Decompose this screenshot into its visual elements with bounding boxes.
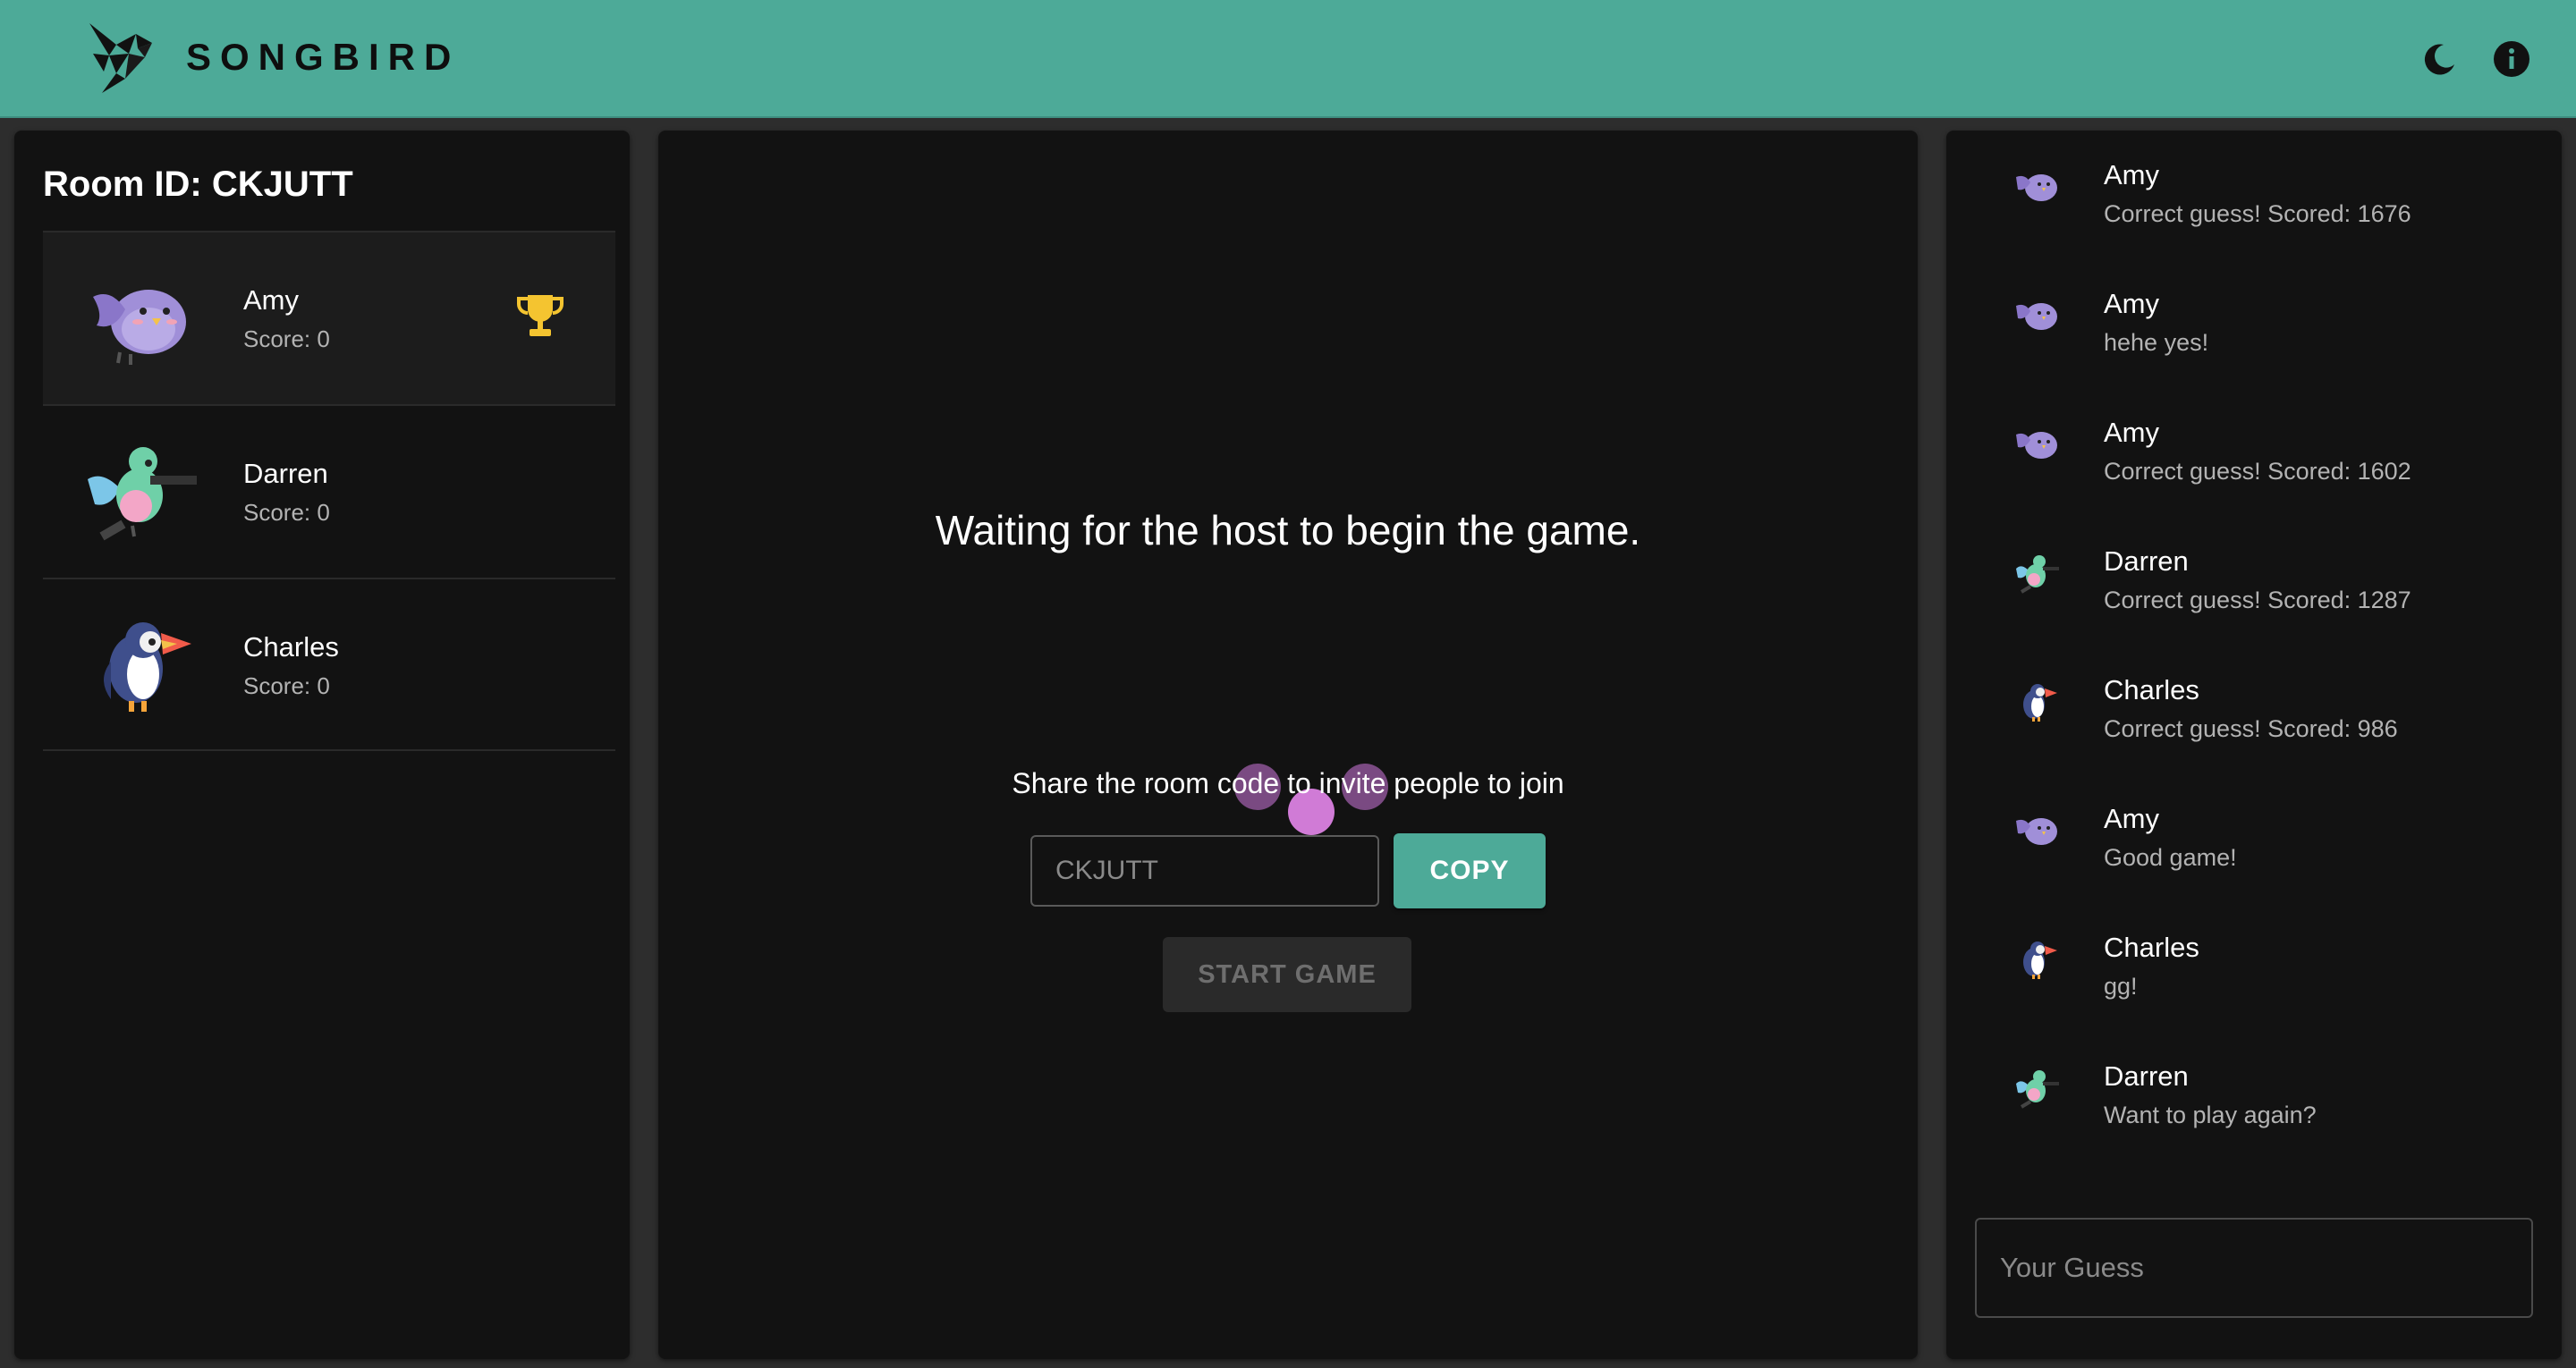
share-instructions: Share the room code to invite people to … — [1012, 767, 1564, 799]
chat-message: Amy Correct guess! Scored: 1676 — [1946, 131, 2562, 259]
chat-author: Amy — [2104, 803, 2159, 834]
chat-author: Charles — [2104, 674, 2199, 705]
purple-bird-avatar — [2016, 303, 2057, 330]
players-panel: Room ID: CKJUTT Amy Score: 0 Darren Scor… — [14, 131, 630, 1359]
info-button[interactable] — [2488, 36, 2535, 82]
puffin-avatar — [2023, 684, 2057, 722]
loading-dots-icon — [1213, 631, 1388, 835]
chat-text: hehe yes! — [2104, 329, 2209, 356]
chat-text: Want to play again? — [2104, 1102, 2317, 1128]
player-list: Amy Score: 0 Darren Score: 0 Charles Sco… — [43, 231, 615, 751]
purple-bird-avatar — [2016, 174, 2057, 201]
purple-bird-avatar — [2016, 818, 2057, 845]
player-row[interactable]: Amy Score: 0 — [43, 231, 615, 404]
guess-input[interactable] — [1975, 1218, 2533, 1318]
chat-author: Charles — [2104, 932, 2199, 963]
player-name: Darren — [243, 458, 328, 489]
start-game-button[interactable]: START GAME — [1163, 937, 1411, 1012]
player-name: Amy — [243, 284, 299, 316]
moon-icon — [2424, 44, 2454, 75]
chat-message: Amy hehe yes! — [1946, 259, 2562, 388]
chat-author: Amy — [2104, 288, 2159, 319]
chat-message: Darren Want to play again? — [1946, 1032, 2562, 1161]
room-id-title: Room ID: CKJUTT — [43, 165, 353, 204]
copy-button[interactable]: COPY — [1394, 833, 1546, 908]
theme-toggle-button[interactable] — [2417, 36, 2463, 82]
info-icon — [2494, 41, 2529, 77]
chat-text: Good game! — [2104, 844, 2237, 871]
chat-message: Charles Correct guess! Scored: 986 — [1946, 646, 2562, 774]
puffin-avatar — [104, 622, 191, 712]
brand-title[interactable]: SONGBIRD — [186, 36, 460, 79]
chat-author: Amy — [2104, 417, 2159, 448]
purple-bird-avatar — [93, 290, 186, 365]
chat-message: Charles gg! — [1946, 903, 2562, 1032]
player-score: Score: 0 — [243, 325, 330, 352]
player-row[interactable]: Darren Score: 0 — [43, 404, 615, 578]
puffin-avatar — [2023, 942, 2057, 979]
chat-text: Correct guess! Scored: 1287 — [2104, 587, 2411, 613]
chat-text: Correct guess! Scored: 1602 — [2104, 458, 2411, 485]
hummingbird-avatar — [2016, 555, 2059, 594]
purple-bird-avatar — [2016, 432, 2057, 459]
chat-author: Darren — [2104, 1060, 2189, 1092]
chat-author: Amy — [2104, 159, 2159, 190]
app-header: SONGBIRD — [0, 0, 2576, 118]
player-score: Score: 0 — [243, 672, 330, 699]
room-code-field[interactable] — [1030, 835, 1379, 907]
trophy-icon — [517, 295, 564, 336]
player-score: Score: 0 — [243, 499, 330, 526]
lobby-panel: Waiting for the host to begin the game. … — [658, 131, 1918, 1359]
hummingbird-avatar — [88, 447, 197, 541]
hummingbird-avatar — [2016, 1070, 2059, 1109]
chat-message: Darren Correct guess! Scored: 1287 — [1946, 517, 2562, 646]
chat-panel: Amy Correct guess! Scored: 1676 Amy hehe… — [1946, 131, 2562, 1359]
chat-message: Amy Correct guess! Scored: 1602 — [1946, 388, 2562, 517]
chat-author: Darren — [2104, 545, 2189, 577]
songbird-logo-icon[interactable] — [82, 18, 163, 98]
chat-text: gg! — [2104, 973, 2138, 1000]
chat-text: Correct guess! Scored: 986 — [2104, 715, 2398, 742]
waiting-message: Waiting for the host to begin the game. — [935, 507, 1641, 553]
chat-message: Amy Good game! — [1946, 774, 2562, 903]
chat-text: Correct guess! Scored: 1676 — [2104, 200, 2411, 227]
player-row[interactable]: Charles Score: 0 — [43, 578, 615, 751]
player-name: Charles — [243, 631, 339, 663]
